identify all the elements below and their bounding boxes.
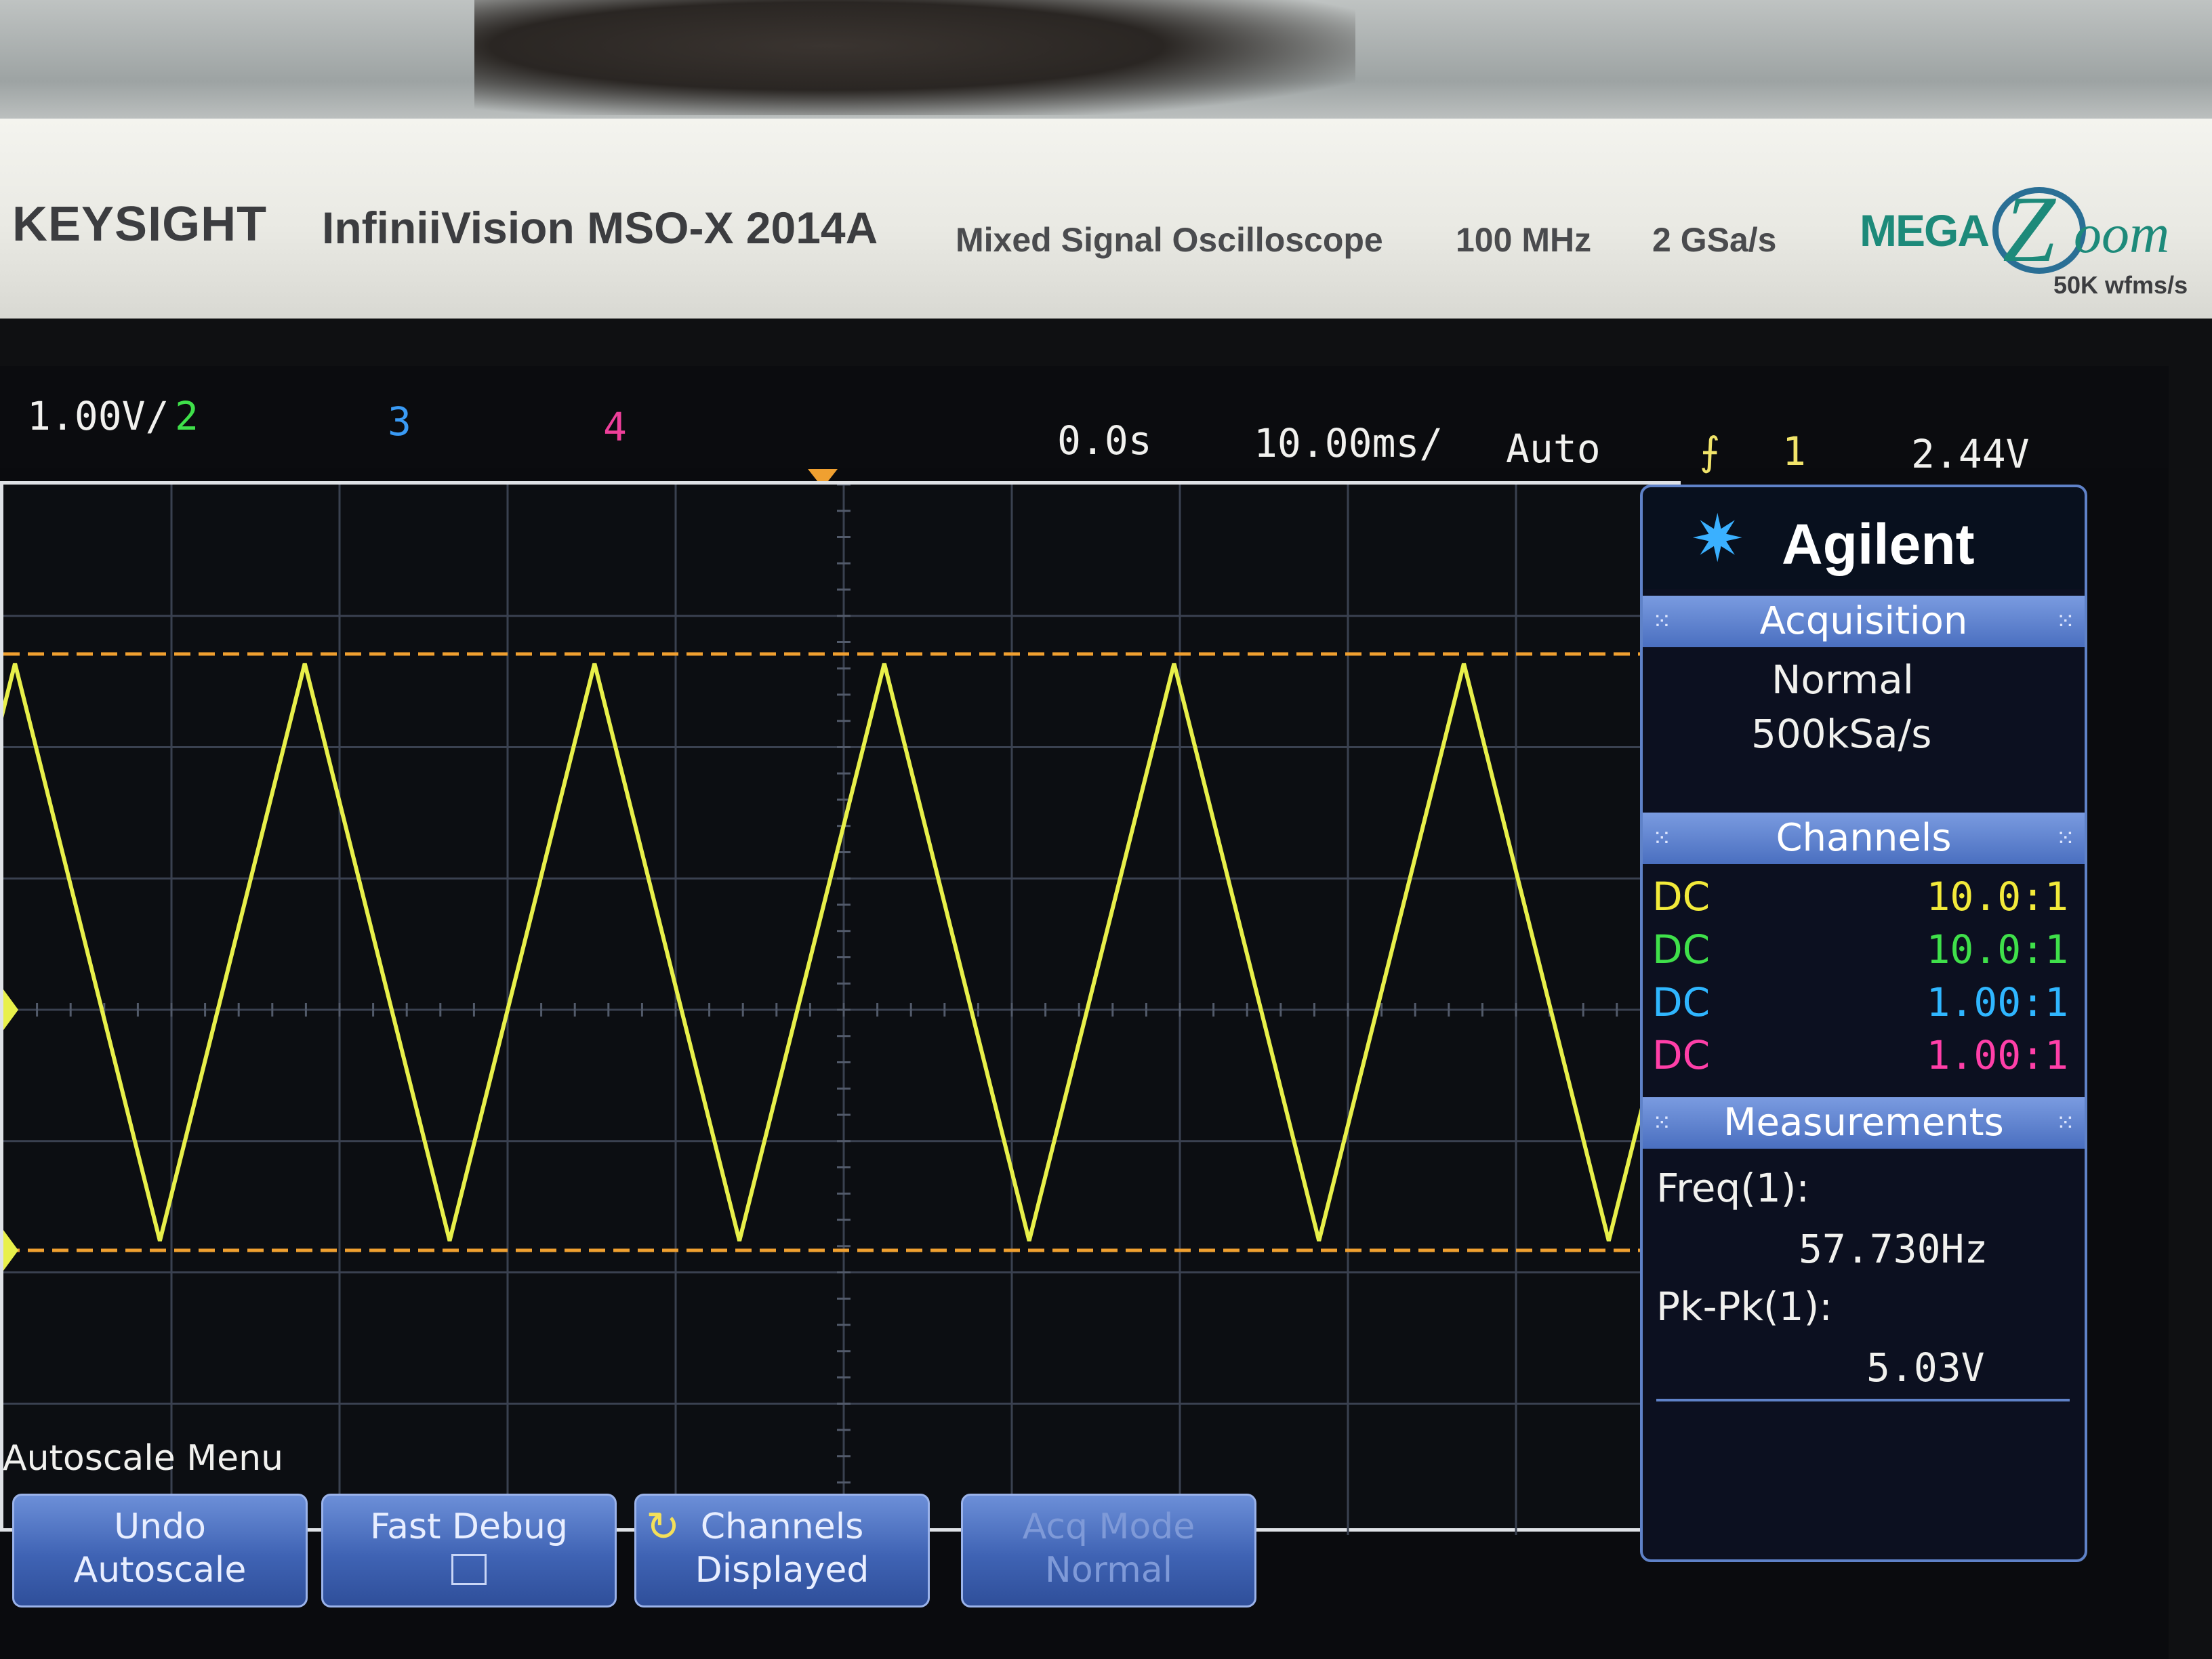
waveform-graticule[interactable] xyxy=(0,481,1684,1535)
model-name: InfiniiVision MSO-X 2014A xyxy=(322,203,878,253)
measurements-header[interactable]: ⁙ Measurements ⁙ xyxy=(1643,1097,2085,1149)
channel-row: DC 10.0:1 xyxy=(1643,926,2085,979)
megazoom-logo-oom: oom xyxy=(2074,203,2170,264)
fast-debug-softkey[interactable]: Fast Debug xyxy=(321,1494,617,1607)
drag-handle-icon: ⁙ xyxy=(2055,1109,2076,1136)
drag-handle-icon: ⁙ xyxy=(1652,825,1672,852)
trigger-level[interactable]: 2.44V xyxy=(1911,431,2030,477)
channel-coupling: DC xyxy=(1652,926,1711,972)
channel-probe-ratio: 10.0:1 xyxy=(1926,926,2068,972)
ch3-label[interactable]: 3 xyxy=(388,398,411,445)
time-delay[interactable]: 0.0s xyxy=(1057,417,1152,464)
channel-row: DC 1.00:1 xyxy=(1643,1032,2085,1085)
agilent-logo-text: Agilent xyxy=(1782,512,1975,576)
channels-displayed-softkey[interactable]: ↻ Channels Displayed xyxy=(634,1494,930,1607)
softkey-label: Undo xyxy=(114,1507,206,1547)
measurement-value: 5.03V xyxy=(1866,1345,1985,1391)
autoscale-menu-title: Autoscale Menu xyxy=(3,1438,284,1479)
waveform-plot xyxy=(3,485,1684,1535)
softkey-label: Displayed xyxy=(695,1550,869,1591)
softkey-label: Normal xyxy=(1044,1550,1173,1591)
acquisition-rate: 500kSa/s xyxy=(1751,711,1932,757)
undo-autoscale-softkey[interactable]: Undo Autoscale xyxy=(12,1494,308,1607)
acq-mode-softkey[interactable]: Acq Mode Normal xyxy=(961,1494,1256,1607)
channels-header[interactable]: ⁙ Channels ⁙ xyxy=(1643,813,2085,864)
channel-probe-ratio: 10.0:1 xyxy=(1926,874,2068,920)
channel-1-offset-marker xyxy=(3,1230,18,1271)
reflection xyxy=(474,0,1355,115)
measurement-divider xyxy=(1656,1399,2070,1401)
channel-1-ground-marker xyxy=(3,989,18,1030)
ch1-scale[interactable]: 1.00V/ xyxy=(27,393,169,439)
rotate-knob-icon: ↻ xyxy=(646,1503,680,1551)
ch4-label[interactable]: 4 xyxy=(603,404,627,450)
acquisition-header[interactable]: ⁙ Acquisition ⁙ xyxy=(1643,596,2085,647)
bandwidth-spec: 100 MHz xyxy=(1456,221,1592,259)
brand-keysight: KEYSIGHT xyxy=(12,197,268,251)
drag-handle-icon: ⁙ xyxy=(2055,608,2076,635)
drag-handle-icon: ⁙ xyxy=(1652,1109,1672,1136)
trigger-mode[interactable]: Auto xyxy=(1506,426,1601,472)
channel-coupling: DC xyxy=(1652,1032,1711,1078)
measurement-label: Freq(1): xyxy=(1656,1165,1809,1211)
info-side-panel: ✷ Agilent ⁙ Acquisition ⁙ Normal 500kSa/… xyxy=(1640,485,2087,1562)
megazoom-logo: MEGA Z oom 50K wfms/s xyxy=(1857,175,2209,304)
softkey-label: Channels xyxy=(700,1507,864,1547)
acquisition-title: Acquisition xyxy=(1759,599,1968,643)
softkey-label: Fast Debug xyxy=(369,1507,569,1547)
channel-row: DC 1.00:1 xyxy=(1643,979,2085,1032)
channel-probe-ratio: 1.00:1 xyxy=(1926,1032,2068,1078)
softkey-label: Autoscale xyxy=(73,1550,247,1591)
status-bar: 1.00V/ 2 3 4 0.0s 10.00ms/ Auto ⨍ 1 2.44… xyxy=(0,366,2169,477)
drag-handle-icon: ⁙ xyxy=(2055,825,2076,852)
measurement-value: 57.730Hz xyxy=(1799,1226,1988,1272)
measurement-label: Pk-Pk(1): xyxy=(1656,1284,1832,1330)
instrument-description: Mixed Signal Oscilloscope xyxy=(956,221,1383,259)
scope-screen: 1.00V/ 2 3 4 0.0s 10.00ms/ Auto ⨍ 1 2.44… xyxy=(0,366,2169,1659)
channel-row: DC 10.0:1 xyxy=(1643,874,2085,926)
drag-handle-icon: ⁙ xyxy=(1652,608,1672,635)
agilent-logo: ✷ Agilent xyxy=(1643,487,2085,589)
checkbox-icon[interactable] xyxy=(451,1554,487,1585)
acquisition-mode: Normal xyxy=(1771,657,1914,703)
megazoom-logo-mega: MEGA xyxy=(1860,205,1990,255)
channel-coupling: DC xyxy=(1652,979,1711,1025)
rising-edge-icon: ⨍ xyxy=(1700,428,1721,474)
agilent-spark-icon: ✷ xyxy=(1690,501,1745,577)
channels-title: Channels xyxy=(1776,816,1952,860)
trigger-source[interactable]: 1 xyxy=(1782,428,1806,474)
ch2-label[interactable]: 2 xyxy=(175,393,199,439)
channel-probe-ratio: 1.00:1 xyxy=(1926,979,2068,1025)
photo-background xyxy=(0,0,2212,136)
channel-coupling: DC xyxy=(1652,874,1711,920)
sample-rate-spec: 2 GSa/s xyxy=(1652,221,1777,259)
softkey-label: Acq Mode xyxy=(1022,1507,1195,1547)
measurements-title: Measurements xyxy=(1723,1101,2004,1145)
megazoom-logo-wfms: 50K wfms/s xyxy=(2053,271,2188,299)
time-scale[interactable]: 10.00ms/ xyxy=(1254,420,1443,466)
megazoom-logo-z: Z xyxy=(2003,177,2055,282)
